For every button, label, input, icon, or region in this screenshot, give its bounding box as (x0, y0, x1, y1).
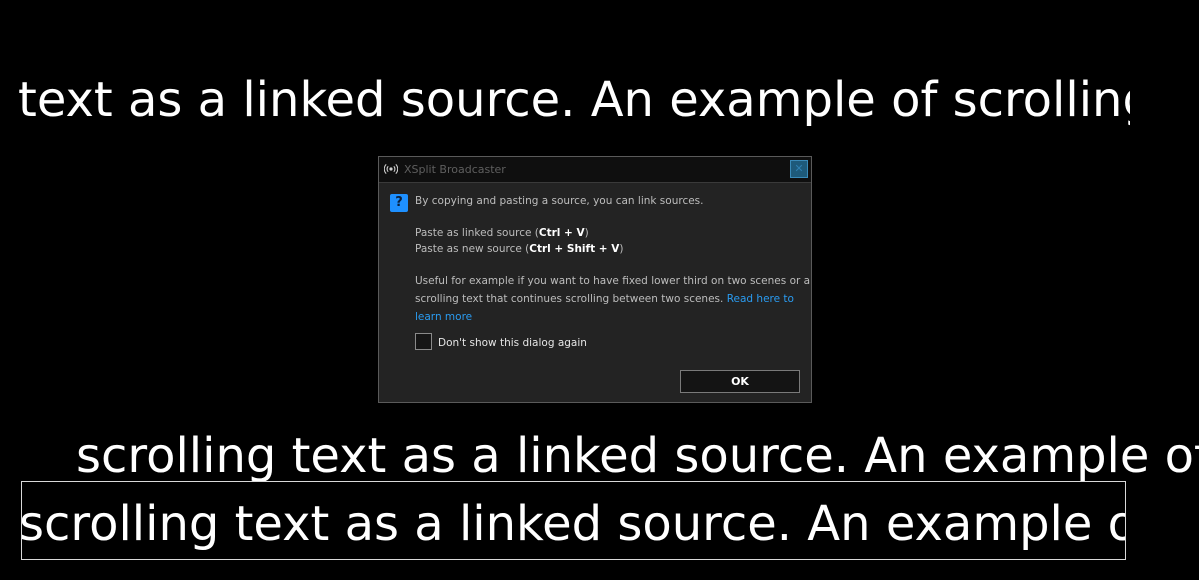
broadcast-icon (384, 164, 398, 174)
stage: text as a linked source. An example of s… (0, 0, 1199, 580)
scrolling-text-line: scrolling text as a linked source. An ex… (21, 496, 1126, 552)
close-button[interactable]: ✕ (790, 160, 808, 178)
question-icon: ? (390, 194, 408, 212)
scrolling-text-preview-middle: scrolling text as a linked source. An ex… (74, 428, 1199, 486)
description-line: Useful for example if you want to have f… (415, 275, 811, 287)
scrolling-text-line: scrolling text as a linked source. An ex… (76, 428, 1199, 484)
paste-new-hint: Paste as new source (Ctrl + Shift + V) (415, 243, 624, 255)
scrolling-text-line: text as a linked source. An example of s… (18, 72, 1130, 128)
paste-linked-hint: Paste as linked source (Ctrl + V) (415, 227, 589, 239)
dialog-title: XSplit Broadcaster (404, 163, 506, 176)
intro-text: By copying and pasting a source, you can… (415, 195, 704, 207)
dont-show-again-checkbox[interactable] (415, 333, 432, 350)
scrolling-text-preview-top: text as a linked source. An example of s… (16, 72, 1130, 132)
linked-source-dialog: XSplit Broadcaster ✕ ? By copying and pa… (378, 156, 812, 403)
learn-more-link[interactable]: Read here to (727, 293, 794, 305)
selected-text-source[interactable]: scrolling text as a linked source. An ex… (21, 481, 1126, 560)
learn-more-link-continued[interactable]: learn more (415, 311, 472, 323)
dont-show-again-label[interactable]: Don't show this dialog again (438, 337, 587, 349)
ok-button[interactable]: OK (680, 370, 800, 393)
close-icon: ✕ (794, 162, 804, 175)
description-line: scrolling text that continues scrolling … (415, 293, 794, 305)
dialog-titlebar[interactable]: XSplit Broadcaster ✕ (379, 157, 811, 183)
